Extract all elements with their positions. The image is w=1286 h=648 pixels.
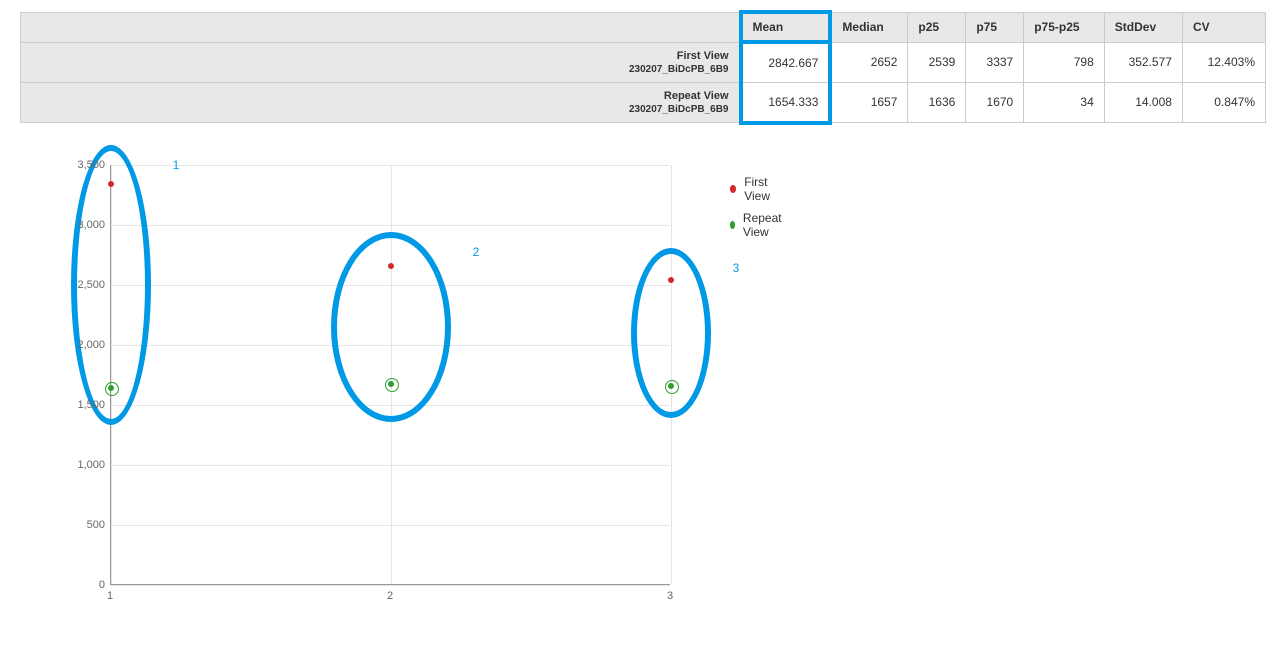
- table-row: First View230207_BiDcPB_6B92842.66726522…: [21, 42, 1266, 82]
- cell: 2652: [830, 42, 908, 82]
- row-label: Repeat View230207_BiDcPB_6B9: [21, 82, 741, 122]
- col-median: Median: [830, 12, 908, 42]
- data-point: [108, 181, 114, 187]
- legend-dot-first-icon: [730, 185, 736, 193]
- data-point: [388, 381, 394, 387]
- annotation-ellipse: [331, 232, 451, 422]
- col-p75: p75: [966, 12, 1024, 42]
- y-tick: 0: [50, 579, 105, 591]
- y-tick: 3,000: [50, 219, 105, 231]
- x-tick: 1: [107, 590, 113, 602]
- y-tick: 2,500: [50, 279, 105, 291]
- data-point: [108, 385, 114, 391]
- cell: 0.847%: [1182, 82, 1265, 122]
- y-tick: 500: [50, 519, 105, 531]
- cell: 798: [1024, 42, 1105, 82]
- legend-item-repeat: Repeat View: [730, 211, 785, 239]
- legend-label-first: First View: [744, 175, 785, 203]
- cell: 352.577: [1104, 42, 1182, 82]
- cell: 1636: [908, 82, 966, 122]
- col-mean: Mean: [741, 12, 831, 42]
- cell: 1654.333: [741, 82, 831, 122]
- cell: 14.008: [1104, 82, 1182, 122]
- legend: First View Repeat View: [730, 175, 785, 247]
- cell: 12.403%: [1182, 42, 1265, 82]
- legend-dot-repeat-icon: [730, 221, 735, 229]
- row-label: First View230207_BiDcPB_6B9: [21, 42, 741, 82]
- y-tick: 1,000: [50, 459, 105, 471]
- cell: 2842.667: [741, 42, 831, 82]
- y-tick: 3,500: [50, 159, 105, 171]
- cell: 2539: [908, 42, 966, 82]
- legend-item-first: First View: [730, 175, 785, 203]
- y-tick: 1,500: [50, 399, 105, 411]
- data-point: [668, 383, 674, 389]
- cell: 3337: [966, 42, 1024, 82]
- blank-header: [21, 12, 741, 42]
- cell: 1670: [966, 82, 1024, 122]
- legend-label-repeat: Repeat View: [743, 211, 785, 239]
- data-point: [388, 263, 394, 269]
- x-tick: 3: [667, 590, 673, 602]
- data-point: [668, 277, 674, 283]
- y-tick: 2,000: [50, 339, 105, 351]
- cell: 1657: [830, 82, 908, 122]
- col-stddev: StdDev: [1104, 12, 1182, 42]
- annotation-label: 3: [733, 261, 740, 275]
- annotation-label: 2: [473, 245, 480, 259]
- annotation-label: 1: [173, 158, 180, 172]
- chart: 123 First View Repeat View 05001,0001,50…: [50, 155, 710, 635]
- stats-table: Mean Median p25 p75 p75-p25 StdDev CV Fi…: [20, 10, 1266, 125]
- cell: 34: [1024, 82, 1105, 122]
- gridline: [111, 585, 670, 586]
- col-cv: CV: [1182, 12, 1265, 42]
- x-tick: 2: [387, 590, 393, 602]
- plot-area: 123: [110, 165, 670, 585]
- col-p75p25: p75-p25: [1024, 12, 1105, 42]
- col-p25: p25: [908, 12, 966, 42]
- table-row: Repeat View230207_BiDcPB_6B91654.3331657…: [21, 82, 1266, 122]
